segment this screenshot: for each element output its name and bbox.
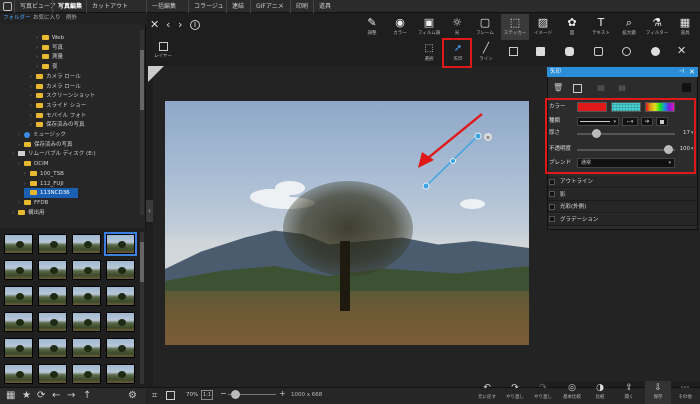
crop-icon[interactable]: ⌗ bbox=[152, 391, 157, 401]
bottom-action-label: 基本比較 bbox=[563, 395, 581, 400]
zoom-value[interactable]: 70% bbox=[186, 390, 198, 400]
arrow-tool-highlight bbox=[442, 38, 472, 68]
panel-header: 矢印 ✕ ⊣ bbox=[547, 67, 698, 77]
panel-close-icon[interactable]: ✕ bbox=[689, 67, 695, 77]
bottom-action-label: 保存 bbox=[653, 395, 663, 400]
option-item[interactable]: グラデーション bbox=[549, 215, 598, 225]
zoom-out-icon[interactable]: − bbox=[220, 389, 227, 399]
option-row[interactable] bbox=[548, 188, 697, 201]
panel-title: 矢印 bbox=[550, 69, 562, 75]
checkbox[interactable] bbox=[549, 191, 555, 197]
settings-highlight bbox=[545, 98, 696, 174]
bottom-action-button[interactable]: ⋯ その他 bbox=[672, 381, 698, 404]
zoom-slider-handle[interactable] bbox=[231, 390, 240, 399]
undo-icon: ↶ bbox=[483, 383, 491, 393]
option-label: 光彩(外側) bbox=[560, 204, 587, 210]
option-label: アウトライン bbox=[560, 179, 594, 185]
zoom-in-icon[interactable]: + bbox=[279, 389, 286, 399]
bottom-action-label: 比較 bbox=[595, 395, 605, 400]
checkbox[interactable] bbox=[549, 178, 555, 185]
layer-down-icon: ▤ bbox=[618, 83, 626, 92]
bottom-action-button[interactable]: ⇩ 保存 bbox=[645, 381, 671, 404]
trash-icon[interactable]: 🗑 bbox=[553, 83, 563, 93]
ratio-button[interactable]: 1:1 bbox=[201, 390, 214, 400]
bottom-action-button[interactable]: ◑ 比較 bbox=[587, 381, 613, 404]
option-item[interactable]: アウトライン bbox=[549, 177, 593, 187]
image-size: 1000 x 668 bbox=[291, 392, 323, 398]
bottom-action-label: 元に戻す bbox=[478, 395, 496, 400]
redo-icon: ↷ bbox=[511, 383, 519, 393]
option-item[interactable]: 光彩(外側) bbox=[549, 202, 586, 212]
compare-basic-icon: ◎ bbox=[568, 383, 576, 393]
bottom-action-button[interactable]: ⇪ 開く bbox=[616, 381, 642, 404]
bottom-action-label: やり直し bbox=[506, 395, 524, 400]
compare-icon: ◑ bbox=[596, 383, 604, 393]
redo-all-icon: ↷ bbox=[539, 383, 547, 393]
checkbox[interactable] bbox=[549, 216, 555, 222]
red-arrow-shaft bbox=[427, 113, 483, 159]
bottom-action-button[interactable]: ↶ 元に戻す bbox=[474, 381, 500, 404]
save-icon: ⇩ bbox=[654, 383, 662, 393]
bottom-action-label: やり直し bbox=[534, 395, 552, 400]
bottom-action-button: ↷ やり直し bbox=[530, 381, 556, 404]
panel-menu-icon[interactable] bbox=[682, 83, 691, 92]
bottom-action-button[interactable]: ◎ 基本比較 bbox=[559, 381, 585, 404]
more-icon: ⋯ bbox=[680, 383, 690, 393]
option-item[interactable]: 影 bbox=[549, 190, 566, 200]
option-label: グラデーション bbox=[560, 216, 599, 223]
duplicate-icon[interactable] bbox=[573, 84, 582, 93]
fit-icon[interactable] bbox=[166, 391, 175, 400]
checkbox[interactable] bbox=[549, 203, 555, 210]
open-icon: ⇪ bbox=[625, 383, 633, 393]
bottom-action-label: 開く bbox=[624, 395, 634, 400]
bottom-action-button[interactable]: ↷ やり直し bbox=[502, 381, 528, 404]
pin-icon[interactable]: ⊣ bbox=[679, 67, 684, 77]
layer-up-icon: ▤ bbox=[597, 83, 605, 92]
option-label: 影 bbox=[560, 191, 566, 198]
bottom-action-label: その他 bbox=[678, 395, 692, 400]
